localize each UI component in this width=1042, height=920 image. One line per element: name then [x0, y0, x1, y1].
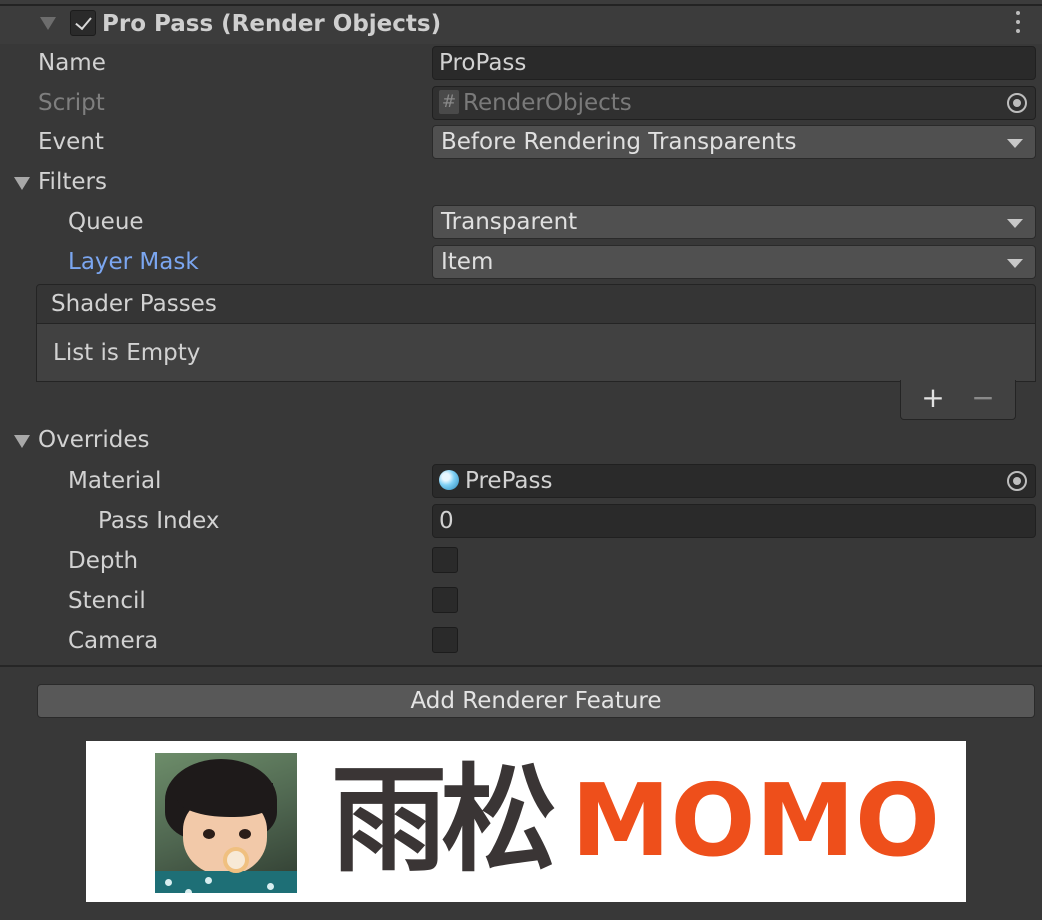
event-value: Before Rendering Transparents: [441, 129, 797, 155]
remove-element-button[interactable]: −: [971, 380, 995, 416]
queue-value: Transparent: [441, 209, 578, 235]
dropdown-arrow-icon: [1007, 219, 1023, 228]
event-label: Event: [38, 129, 104, 155]
stencil-checkbox[interactable]: [432, 587, 458, 613]
add-renderer-feature-button[interactable]: Add Renderer Feature: [37, 684, 1035, 718]
name-field[interactable]: ProPass: [432, 46, 1036, 80]
component-title: Pro Pass (Render Objects): [102, 11, 442, 37]
overrides-label[interactable]: Overrides: [38, 420, 150, 460]
material-field[interactable]: PrePass: [432, 464, 1036, 498]
dropdown-arrow-icon: [1007, 259, 1023, 268]
depth-label: Depth: [68, 548, 139, 574]
pass-index-label: Pass Index: [98, 508, 220, 534]
collapse-arrow-icon[interactable]: [40, 17, 56, 30]
script-value: RenderObjects: [463, 90, 632, 116]
script-hash-icon: #: [439, 90, 459, 114]
stencil-label: Stencil: [68, 588, 146, 614]
name-label: Name: [38, 50, 106, 76]
add-element-button[interactable]: +: [921, 380, 945, 416]
queue-dropdown[interactable]: Transparent: [432, 205, 1036, 239]
camera-label: Camera: [68, 628, 159, 654]
name-value: ProPass: [439, 50, 527, 76]
depth-checkbox[interactable]: [432, 547, 458, 573]
material-label: Material: [68, 468, 162, 494]
watermark-banner: 雨松 MOMO: [86, 741, 966, 902]
queue-label: Queue: [68, 209, 144, 235]
brand-logo-text-en: MOMO: [571, 762, 941, 879]
pass-index-value: 0: [439, 508, 454, 534]
list-footer: + −: [900, 380, 1016, 420]
material-value: PrePass: [465, 468, 553, 494]
script-label: Script: [38, 90, 105, 116]
layer-mask-label: Layer Mask: [68, 249, 199, 275]
avatar-image: [155, 753, 297, 893]
overrides-foldout-icon[interactable]: [14, 435, 30, 448]
script-field: # RenderObjects: [432, 86, 1036, 120]
shader-passes-header[interactable]: Shader Passes: [36, 284, 1036, 324]
dropdown-arrow-icon: [1007, 139, 1023, 148]
layer-mask-dropdown[interactable]: Item: [432, 245, 1036, 279]
enabled-checkbox[interactable]: [70, 10, 96, 36]
event-dropdown[interactable]: Before Rendering Transparents: [432, 125, 1036, 159]
material-sphere-icon: [439, 470, 459, 490]
pass-index-field[interactable]: 0: [432, 504, 1036, 538]
layer-mask-value: Item: [441, 249, 494, 275]
camera-checkbox[interactable]: [432, 627, 458, 653]
section-divider: [0, 665, 1042, 667]
more-options-icon[interactable]: [1010, 11, 1026, 37]
brand-logo-text-cn: 雨松: [331, 753, 557, 888]
filters-foldout-icon[interactable]: [14, 177, 30, 190]
object-picker-icon[interactable]: [1007, 471, 1027, 491]
shader-passes-empty: List is Empty: [36, 324, 1036, 382]
filters-label[interactable]: Filters: [38, 162, 107, 202]
object-picker-icon[interactable]: [1007, 93, 1027, 113]
